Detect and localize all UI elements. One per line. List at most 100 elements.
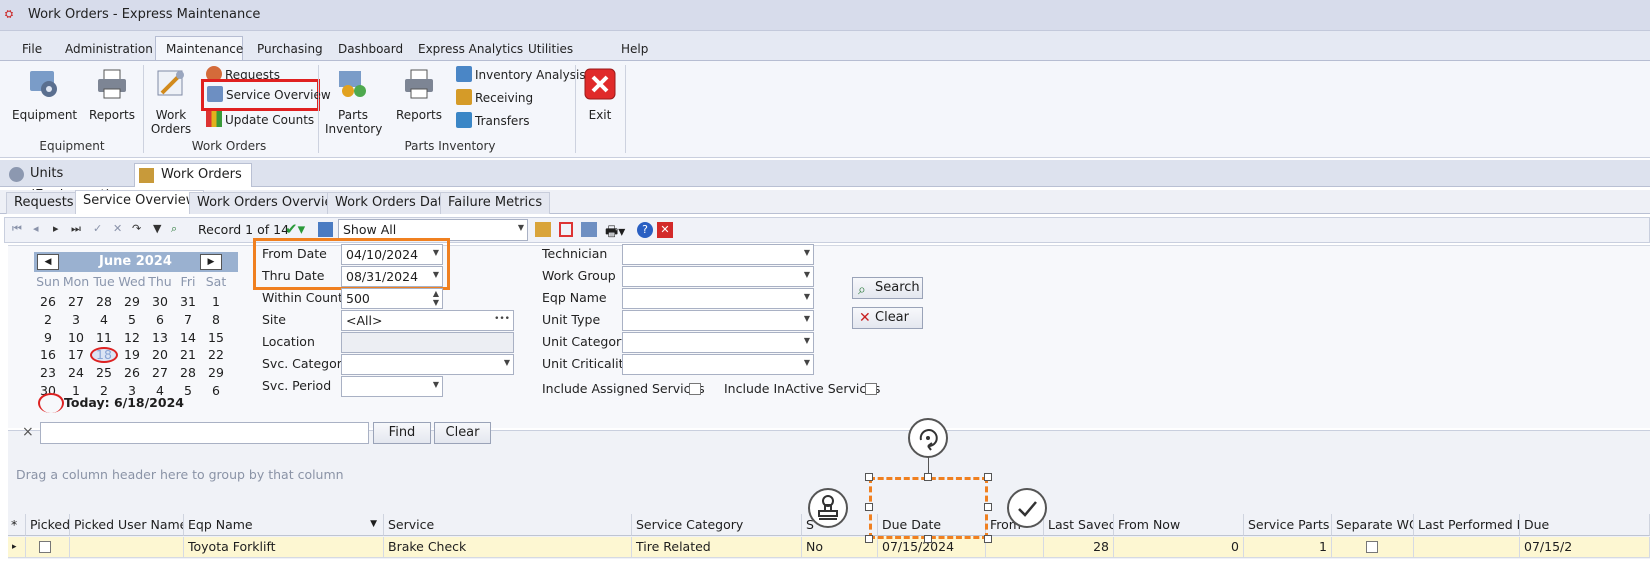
calendar-icon[interactable] xyxy=(559,222,573,237)
find-input[interactable] xyxy=(40,422,369,444)
parts-inventory-button[interactable]: Parts Inventory xyxy=(325,67,382,136)
update-counts-button[interactable]: Update Counts xyxy=(206,110,314,130)
work-group-select[interactable]: ▼ xyxy=(622,266,814,287)
calendar-day[interactable]: 6 xyxy=(146,312,174,327)
calendar-day[interactable]: 2 xyxy=(34,312,62,327)
calendar-day[interactable]: 11 xyxy=(90,330,118,345)
calendar-day[interactable]: 17 xyxy=(62,347,90,362)
calendar-day[interactable]: 22 xyxy=(202,347,230,362)
help-icon[interactable]: ? xyxy=(637,222,653,238)
calendar-day[interactable]: 18 xyxy=(90,347,118,364)
calendar-day[interactable]: 5 xyxy=(118,312,146,327)
calendar-day[interactable]: 27 xyxy=(146,365,174,380)
calendar-day[interactable]: 31 xyxy=(174,294,202,309)
cell-eqp-name[interactable]: Toyota Forklift xyxy=(184,537,384,558)
calendar-day[interactable]: 15 xyxy=(202,330,230,345)
thru-date-input[interactable]: 08/31/2024 ▼ xyxy=(341,266,443,287)
menu-file[interactable]: File xyxy=(12,37,52,61)
calendar-day[interactable]: 20 xyxy=(146,347,174,362)
calendar-day[interactable]: 12 xyxy=(118,330,146,345)
unit-criticality-select[interactable]: ▼ xyxy=(622,354,814,375)
cancel-edit-icon[interactable]: ✕ xyxy=(113,222,122,235)
prev-record-icon[interactable]: ◂ xyxy=(33,222,39,235)
col-due[interactable]: Due xyxy=(1520,514,1650,536)
svc-category-select[interactable]: ▼ xyxy=(341,354,514,375)
calendar-day[interactable]: 29 xyxy=(202,365,230,380)
unit-category-select[interactable]: ▼ xyxy=(622,332,814,353)
post-edit-icon[interactable]: ✓ xyxy=(93,222,102,235)
calendar-day[interactable]: 14 xyxy=(174,330,202,345)
cell-service-parts[interactable]: 1 xyxy=(1244,537,1332,558)
cell-from[interactable] xyxy=(986,537,1044,558)
calendar-day[interactable]: 3 xyxy=(62,312,90,327)
first-record-icon[interactable]: ⏮ xyxy=(12,222,22,236)
doc-tab-units-equipment[interactable]: Units (Equipment) xyxy=(4,163,136,203)
last-record-icon[interactable]: ⏭ xyxy=(71,222,81,236)
doc-tab-work-orders[interactable]: Work Orders × xyxy=(134,163,252,204)
within-count-stepper[interactable]: 500 ▲ ▼ xyxy=(341,288,443,309)
menu-express-analytics[interactable]: Express Analytics xyxy=(408,37,533,61)
filter-icon[interactable]: ▼ xyxy=(153,222,161,235)
col-service[interactable]: Service xyxy=(384,514,632,536)
calendar-day[interactable]: 26 xyxy=(118,365,146,380)
column-filter-icon[interactable]: ▼ xyxy=(370,514,377,535)
technician-select[interactable]: ▼ xyxy=(622,244,814,265)
view-grid-icon[interactable] xyxy=(318,222,333,237)
transfers-button[interactable]: Transfers xyxy=(456,111,530,131)
menu-administration[interactable]: Administration xyxy=(55,37,163,61)
calendar-day[interactable]: 28 xyxy=(174,365,202,380)
menu-help[interactable]: Help xyxy=(611,37,658,61)
exit-button[interactable]: Exit xyxy=(580,67,620,122)
col-service-parts[interactable]: Service Parts xyxy=(1244,514,1332,536)
tab-requests[interactable]: Requests xyxy=(6,192,82,214)
svc-period-select[interactable]: ▼ xyxy=(341,376,443,397)
resize-handle[interactable] xyxy=(924,473,932,481)
calendar-next-button[interactable]: ▶ xyxy=(200,254,222,270)
calendar-day[interactable]: 21 xyxy=(174,347,202,362)
include-assigned-checkbox[interactable] xyxy=(689,383,701,395)
checkmark-icon[interactable] xyxy=(1007,488,1047,528)
equipment-button[interactable]: Equipment xyxy=(12,67,77,122)
refresh-icon[interactable]: ↷ xyxy=(132,222,141,235)
calendar-prev-button[interactable]: ◀ xyxy=(37,254,59,270)
copy-icon[interactable] xyxy=(581,222,597,237)
calendar-day[interactable]: 9 xyxy=(34,330,62,345)
calendar-day[interactable]: 7 xyxy=(174,312,202,327)
clear-filters-button[interactable]: ✕ Clear xyxy=(852,307,923,329)
calendar-day[interactable]: 1 xyxy=(202,294,230,309)
inventory-analysis-button[interactable]: Inventory Analysis xyxy=(456,65,586,85)
resize-handle[interactable] xyxy=(984,503,992,511)
cell-from-now[interactable]: 0 xyxy=(1114,537,1244,558)
cell-service-category[interactable]: Tire Related xyxy=(632,537,802,558)
close-form-icon[interactable]: ✕ xyxy=(657,222,673,238)
cell-last-performed[interactable] xyxy=(1414,537,1520,558)
col-last-performed[interactable]: Last Performed Da xyxy=(1414,514,1520,536)
close-findbar-icon[interactable]: × xyxy=(22,424,34,440)
calendar-day[interactable]: 27 xyxy=(62,294,90,309)
rotate-icon[interactable] xyxy=(908,418,948,458)
col-from-now[interactable]: From Now xyxy=(1114,514,1244,536)
resize-handle[interactable] xyxy=(865,535,873,543)
tab-service-overview[interactable]: Service Overview xyxy=(75,190,205,214)
calendar-day[interactable]: 25 xyxy=(90,365,118,380)
calendar-day[interactable]: 6 xyxy=(202,383,230,398)
next-record-icon[interactable]: ▸ xyxy=(53,222,59,235)
stamp-icon[interactable] xyxy=(808,488,848,528)
calendar-day[interactable]: 30 xyxy=(146,294,174,309)
work-orders-button[interactable]: Work Orders xyxy=(150,67,192,136)
calendar-day[interactable]: 8 xyxy=(202,312,230,327)
menu-dashboard[interactable]: Dashboard xyxy=(328,37,413,61)
reports-button[interactable]: Reports xyxy=(86,67,138,122)
calendar-day[interactable]: 19 xyxy=(118,347,146,362)
resize-handle[interactable] xyxy=(984,473,992,481)
col-separate-wo[interactable]: Separate WO xyxy=(1332,514,1414,536)
service-overview-button[interactable]: Service Overview xyxy=(201,79,331,111)
receiving-button[interactable]: Receiving xyxy=(456,88,533,108)
calendar-day[interactable]: 24 xyxy=(62,365,90,380)
unit-type-select[interactable]: ▼ xyxy=(622,310,814,331)
resize-handle[interactable] xyxy=(865,473,873,481)
checkmark-dropdown-icon[interactable]: ✔▾ xyxy=(285,220,305,238)
search-button[interactable]: ⌕ Search xyxy=(852,277,923,299)
col-service-category[interactable]: Service Category xyxy=(632,514,802,536)
site-ellipsis-button[interactable]: ••• xyxy=(494,314,510,324)
